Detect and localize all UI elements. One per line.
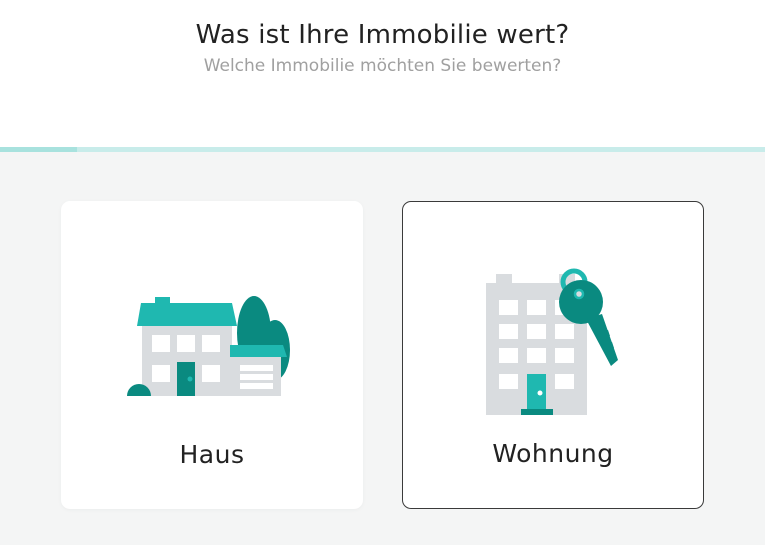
option-label-wohnung: Wohnung — [492, 439, 614, 468]
page-title: Was ist Ihre Immobilie wert? — [195, 20, 570, 50]
option-area: Haus Wohnung — [0, 152, 765, 545]
apartment-key-icon — [403, 264, 703, 419]
page-subtitle: Welche Immobilie möchten Sie bewerten? — [203, 56, 562, 76]
option-card-haus[interactable]: Haus — [61, 201, 363, 509]
header: Was ist Ihre Immobilie wert? Welche Immo… — [0, 0, 765, 148]
option-card-wohnung[interactable]: Wohnung — [402, 201, 704, 509]
property-valuation-page: Was ist Ihre Immobilie wert? Welche Immo… — [0, 0, 765, 545]
option-label-haus: Haus — [179, 440, 245, 469]
house-icon — [62, 290, 362, 400]
